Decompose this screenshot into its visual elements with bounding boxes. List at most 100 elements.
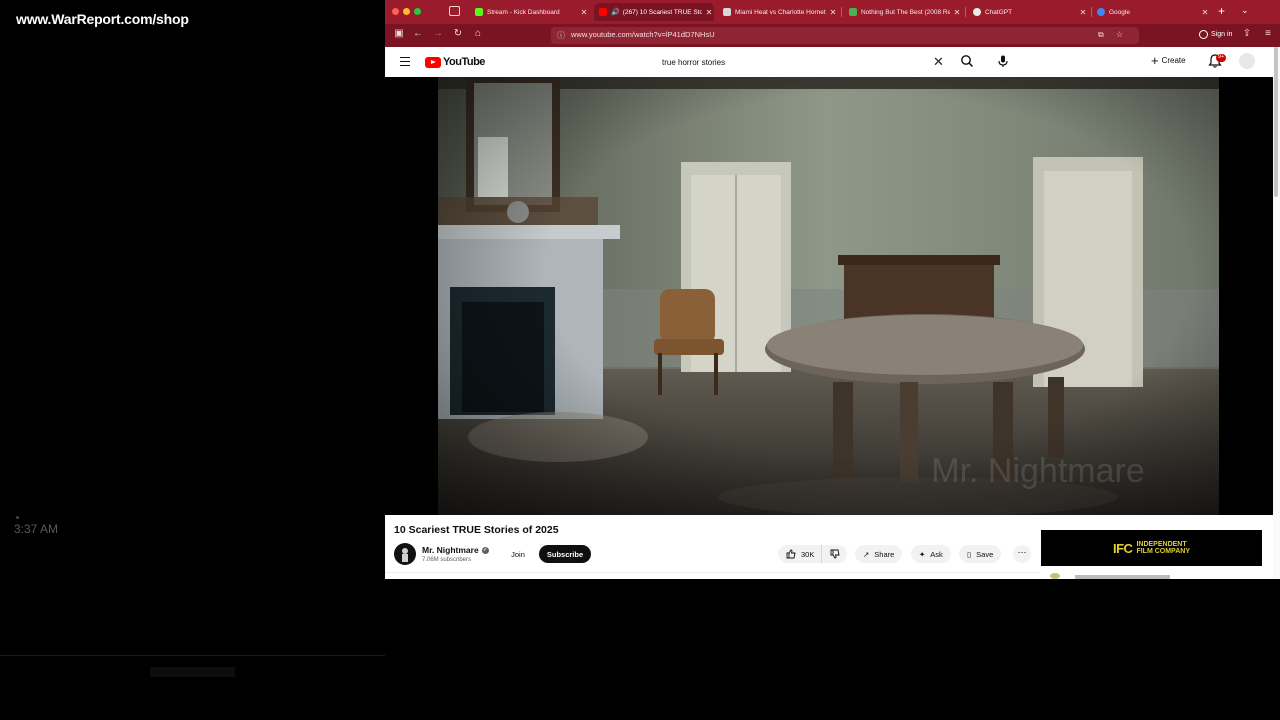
site-info-icon[interactable]: ⓘ bbox=[557, 30, 565, 41]
close-tab-icon[interactable]: ✕ bbox=[1078, 8, 1088, 17]
subscriber-count: 7.06M subscribers bbox=[422, 557, 472, 563]
ad-banner-ifc[interactable]: IFC INDEPENDENT FILM COMPANY bbox=[1041, 530, 1262, 566]
join-button[interactable]: Join bbox=[502, 545, 534, 563]
clear-search-icon[interactable]: ✕ bbox=[933, 54, 944, 70]
youtube-play-icon bbox=[425, 56, 441, 68]
like-dislike-group: 30K bbox=[778, 545, 847, 563]
tab-separator bbox=[841, 7, 842, 17]
close-tab-icon[interactable]: ✕ bbox=[952, 8, 962, 17]
save-button[interactable]: ▯ Save bbox=[959, 545, 1002, 563]
tab-list-chevron-icon[interactable]: ⌄ bbox=[1241, 5, 1249, 16]
thumbs-up-icon bbox=[786, 549, 796, 559]
tab-nothing-but-the-best[interactable]: Nothing But The Best (2008 Re ✕ bbox=[844, 3, 962, 21]
window-maximize-button[interactable] bbox=[414, 8, 421, 15]
video-watermark: Mr. Nightmare bbox=[931, 452, 1145, 490]
back-arrow-icon[interactable]: ← bbox=[411, 28, 425, 39]
share-button[interactable]: ↗ Share bbox=[855, 545, 903, 563]
notifications-badge: 9+ bbox=[1216, 54, 1227, 62]
address-text[interactable]: www.youtube.com/watch?v=lP41dD7NHsU bbox=[571, 30, 715, 39]
menu-icon[interactable]: ≡ bbox=[1261, 28, 1275, 39]
overlay-divider bbox=[0, 655, 385, 656]
tab-bar: Stream - Kick Dashboard ✕ 🔊 (267) 10 Sca… bbox=[385, 0, 1280, 24]
extensions-icon[interactable]: ⇪ bbox=[1240, 28, 1254, 39]
sign-in-button[interactable]: Sign in bbox=[1199, 30, 1232, 39]
tab-label: Nothing But The Best (2008 Re bbox=[861, 8, 950, 16]
speaker-icon[interactable]: 🔊 bbox=[611, 8, 620, 16]
video-title: 10 Scariest TRUE Stories of 2025 bbox=[394, 524, 559, 536]
tab-google[interactable]: Google ✕ bbox=[1092, 3, 1210, 21]
chatgpt-favicon-icon bbox=[973, 8, 981, 16]
ad-peek-icon bbox=[1050, 573, 1060, 579]
video-player[interactable]: Mr. Nightmare bbox=[438, 77, 1219, 515]
youtube-logo[interactable]: YouTube bbox=[425, 56, 485, 68]
close-tab-icon[interactable]: ✕ bbox=[828, 8, 838, 17]
new-tab-button[interactable]: + bbox=[1218, 4, 1225, 18]
ask-label: Ask bbox=[930, 549, 943, 559]
window-minimize-button[interactable] bbox=[403, 8, 410, 15]
more-actions-icon[interactable]: ⋯ bbox=[1013, 545, 1031, 563]
close-tab-icon[interactable]: ✕ bbox=[579, 8, 589, 17]
share-arrow-icon: ↗ bbox=[863, 549, 870, 559]
close-tab-icon[interactable]: ✕ bbox=[1200, 8, 1210, 17]
bookmark-star-icon[interactable]: ☆ bbox=[1116, 30, 1123, 39]
tab-label: (267) 10 Scariest TRUE Sto bbox=[622, 8, 702, 16]
overlay-clock: 3:37 AM bbox=[14, 522, 59, 536]
player-letterbox-left bbox=[385, 77, 438, 515]
video-frame-haunted-room: Mr. Nightmare bbox=[438, 77, 1219, 515]
channel-name: Mr. Nightmare bbox=[422, 545, 479, 555]
channel-avatar[interactable] bbox=[394, 543, 416, 565]
tab-label: Google bbox=[1109, 8, 1130, 16]
browser-window: Stream - Kick Dashboard ✕ 🔊 (267) 10 Sca… bbox=[385, 0, 1280, 579]
verified-check-icon: ✓ bbox=[481, 546, 489, 554]
tab-miami-heat[interactable]: Miami Heat vs Charlotte Hornet ✕ bbox=[718, 3, 838, 21]
guide-menu-icon[interactable] bbox=[400, 57, 410, 69]
screen: www.WarReport.com/shop 3:37 AM Stream - … bbox=[0, 0, 1280, 720]
google-favicon-icon bbox=[1097, 8, 1105, 16]
ad-line-1: INDEPENDENT bbox=[1136, 540, 1187, 548]
save-label: Save bbox=[976, 549, 994, 559]
tab-chatgpt[interactable]: ChatGPT ✕ bbox=[968, 3, 1088, 21]
search-icon[interactable] bbox=[960, 54, 974, 68]
account-avatar[interactable] bbox=[1239, 53, 1255, 69]
thumbs-down-icon bbox=[830, 549, 840, 559]
scrollbar-thumb[interactable] bbox=[1274, 47, 1278, 197]
create-button[interactable]: + Create bbox=[1151, 54, 1186, 67]
dislike-button[interactable] bbox=[822, 545, 847, 563]
overlay-faint-block bbox=[150, 667, 235, 677]
tab-label: Stream - Kick Dashboard bbox=[487, 8, 560, 16]
overlay-dot bbox=[16, 516, 19, 519]
kick-favicon-icon bbox=[475, 8, 483, 16]
search-box bbox=[655, 53, 955, 71]
ask-button[interactable]: ✦ Ask bbox=[911, 545, 951, 563]
close-tab-icon[interactable]: ✕ bbox=[704, 8, 714, 17]
sparkle-icon: ✦ bbox=[919, 549, 926, 559]
ad-line-2: FILM COMPANY bbox=[1136, 548, 1190, 555]
section-divider bbox=[385, 572, 1040, 573]
search-input[interactable] bbox=[655, 53, 955, 71]
plus-icon: + bbox=[1151, 53, 1159, 68]
subscribe-button[interactable]: Subscribe bbox=[539, 545, 591, 563]
picture-in-picture-icon[interactable]: ⧉ bbox=[1098, 30, 1104, 40]
tab-label: Miami Heat vs Charlotte Hornet bbox=[735, 8, 826, 16]
tab-youtube-video[interactable]: 🔊 (267) 10 Scariest TRUE Sto ✕ bbox=[594, 3, 714, 21]
youtube-logo-text: YouTube bbox=[443, 56, 485, 68]
like-count: 30K bbox=[801, 549, 815, 559]
tab-label: ChatGPT bbox=[985, 8, 1013, 16]
sidebar-toggle-icon[interactable]: ▣ bbox=[392, 28, 406, 39]
window-close-button[interactable] bbox=[392, 8, 399, 15]
create-label: Create bbox=[1161, 56, 1186, 65]
channel-name-link[interactable]: Mr. Nightmare ✓ bbox=[422, 545, 489, 555]
address-bar[interactable]: ⓘ www.youtube.com/watch?v=lP41dD7NHsU ⧉ … bbox=[551, 27, 1139, 44]
forward-arrow-icon[interactable]: → bbox=[431, 28, 445, 39]
share-label: Share bbox=[874, 549, 895, 559]
reload-icon[interactable]: ↻ bbox=[451, 28, 465, 39]
youtube-header: YouTube bbox=[385, 47, 1280, 77]
bookmark-icon: ▯ bbox=[967, 549, 972, 559]
youtube-favicon-icon bbox=[599, 8, 607, 16]
tab-overview-icon[interactable] bbox=[449, 6, 460, 16]
tab-kick-dashboard[interactable]: Stream - Kick Dashboard ✕ bbox=[470, 3, 589, 21]
home-icon[interactable]: ⌂ bbox=[471, 28, 485, 39]
microphone-icon[interactable] bbox=[996, 54, 1010, 68]
sign-in-label: Sign in bbox=[1211, 31, 1233, 38]
like-button[interactable]: 30K bbox=[778, 545, 822, 563]
